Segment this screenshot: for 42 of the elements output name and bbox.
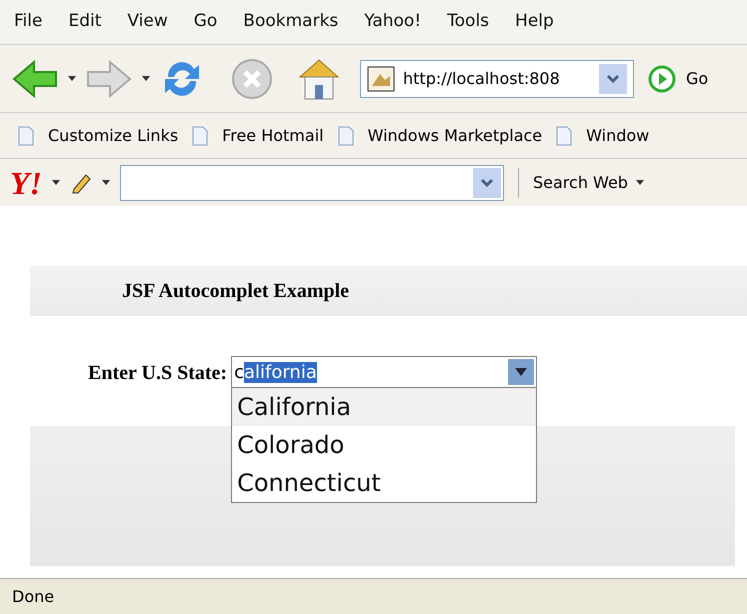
bookmark-link[interactable]: Window — [556, 124, 650, 148]
search-web-button[interactable]: Search Web — [533, 170, 644, 194]
input-field[interactable]: california — [231, 356, 538, 388]
menu-item[interactable]: Bookmarks — [243, 9, 338, 35]
menu-item[interactable]: View — [127, 9, 168, 35]
home-icon[interactable] — [296, 56, 342, 100]
page-heading: JSF Autocomplet Example — [122, 279, 350, 304]
go-icon[interactable] — [648, 64, 676, 92]
menu-item[interactable]: Yahoo! — [364, 9, 422, 35]
bookmark-link[interactable]: Free Hotmail — [192, 124, 324, 148]
caret-icon[interactable] — [142, 76, 150, 81]
dropdown-button[interactable] — [599, 64, 627, 94]
menu-item[interactable]: Help — [515, 9, 554, 35]
search-field[interactable] — [120, 164, 504, 200]
go-button[interactable]: Go — [686, 66, 708, 90]
caret-icon[interactable] — [636, 180, 644, 185]
status-text: Done — [12, 586, 54, 608]
page-icon — [338, 126, 354, 146]
dropdown-button[interactable] — [508, 359, 534, 385]
page-icon — [556, 126, 572, 146]
stop-icon[interactable] — [230, 56, 274, 100]
caret-icon[interactable] — [102, 180, 110, 185]
bookmark-link[interactable]: Customize Links — [18, 124, 178, 148]
dropdown-button[interactable] — [473, 168, 501, 198]
address-field[interactable]: http://localhost:808 — [360, 60, 634, 98]
page-icon — [18, 126, 34, 146]
triangle-icon — [515, 368, 528, 376]
caret-icon[interactable] — [52, 180, 60, 185]
caret-icon[interactable] — [68, 76, 76, 81]
menu-item[interactable]: Tools — [447, 9, 490, 35]
chevron-icon — [480, 178, 494, 188]
suggestion-item[interactable]: California — [232, 388, 536, 426]
menu-item[interactable]: Go — [194, 9, 218, 35]
chevron-icon — [606, 74, 620, 84]
bookmark-link[interactable]: Windows Marketplace — [338, 124, 542, 148]
yahoo-logo[interactable]: Y! — [10, 166, 42, 198]
menu-item[interactable]: File — [14, 9, 42, 35]
back-arrow-icon[interactable] — [12, 58, 58, 98]
page-icon — [192, 126, 208, 146]
field-label: Enter U.S State: — [88, 361, 228, 386]
site-image-icon — [367, 66, 395, 92]
menu-item[interactable]: Edit — [68, 9, 102, 35]
